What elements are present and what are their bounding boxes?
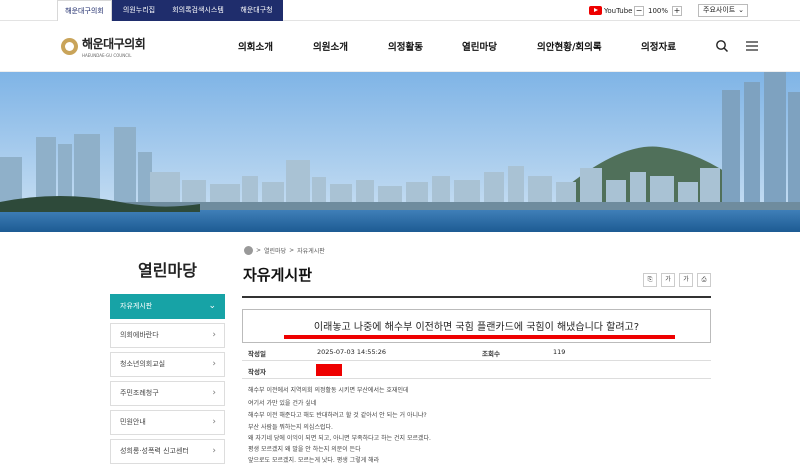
lnb-item-youth-class[interactable]: 청소년의회교실 › [110,352,225,377]
breadcrumb-level2[interactable]: 자유게시판 [297,246,325,255]
search-icon[interactable] [715,39,729,53]
lnb-item-harassment-report[interactable]: 성희롱·성폭력 신고센터 › [110,439,225,464]
font-increase-button[interactable]: 가 [661,273,675,287]
youtube-label: YouTube [604,6,633,15]
home-icon[interactable] [244,246,253,255]
major-sites-select[interactable]: 주요사이트 ⌄ [698,4,748,17]
post-body-line: 부산 사람들 뭐하는지 의심스럽다. [248,424,333,431]
date-value: 2025-07-03 14:55:26 [317,348,387,356]
lnb-item-requests[interactable]: 의회에바란다 › [110,323,225,348]
lnb-item-ordinance-petition[interactable]: 주민조례청구 › [110,381,225,406]
zoom-in-button[interactable]: + [672,5,683,16]
top-tab-district-office[interactable]: 해운대구청 [230,0,283,21]
site-logo[interactable]: 해운대구의회 HAEUNDAE-GU COUNCIL [61,35,146,58]
gnb-members[interactable]: 의원소개 [313,39,348,53]
top-tab-minutes-search[interactable]: 회의록검색시스템 [166,0,230,21]
gnb-open-forum[interactable]: 열린마당 [462,39,497,53]
breadcrumb-separator: > [256,247,262,254]
menu-icon[interactable] [745,39,759,53]
lnb-item-label: 청소년의회교실 [120,360,166,368]
lnb-item-free-board[interactable]: 자유게시판 ⌄ [110,294,225,319]
major-sites-label: 주요사이트 [703,6,736,14]
post-body-line: 해수부 이전에서 지역의회 의정활동 시키면 부산에서는 호재인데 [248,387,409,394]
lnb-item-label: 민원안내 [120,418,146,426]
post-title: 이래놓고 나중에 해수부 이전하면 국힘 플랜카드에 국힘이 해냈습니다 할려고… [313,322,640,333]
post-meta-row: 작성일 2025-07-03 14:55:26 조회수 119 [242,343,711,361]
breadcrumb-separator: > [289,247,295,254]
post-body-line: 앞으로도 모르겠지. 모르는게 낫다. 평생 그렇게 해라 [248,457,380,464]
gnb-resources[interactable]: 의정자료 [641,39,676,53]
author-label: 작성자 [248,368,266,376]
zoom-out-button[interactable]: − [634,5,644,16]
date-label: 작성일 [248,350,266,358]
zoom-level: 100% [648,6,669,15]
breadcrumb: > 열린마당 > 자유게시판 [244,246,325,255]
lnb-item-label: 의회에바란다 [120,331,159,339]
youtube-icon [589,6,602,15]
breadcrumb-level1[interactable]: 열린마당 [264,246,286,255]
redacted-author-box [316,364,342,376]
lnb-title: 열린마당 [138,261,197,280]
lnb-item-label: 성희롱·성폭력 신고센터 [120,447,189,455]
chevron-down-icon: ⌄ [738,6,744,14]
font-decrease-button[interactable]: 가 [679,273,693,287]
gnb-bills-minutes[interactable]: 의안현황/회의록 [537,39,602,53]
post-body-line: 왜 자기네 당에 이익이 되면 되고, 아니면 부족하다고 하는 건지 모르겠다… [248,435,431,442]
logo-title: 해운대구의회 [82,37,146,51]
top-tab-council[interactable]: 해운대구의회 [57,0,112,21]
chevron-right-icon: › [212,359,216,369]
post-author-row: 작성자 [242,361,711,379]
haeundae-skyline-banner [0,72,800,232]
page-title: 자유게시판 [243,266,313,284]
lnb-item-label: 주민조례청구 [120,389,159,397]
council-emblem-icon [61,38,78,55]
post-body-line: 평생 모르겠지 왜 말을 안 하는지 의문이 든다 [248,446,361,453]
red-underline-annotation [284,335,675,339]
lnb-item-label: 자유게시판 [120,302,153,310]
gnb-activities[interactable]: 의정활동 [388,39,423,53]
top-utility-bar: 해운대구의회 의원누리집 회의록검색시스템 해운대구청 YouTube − 10… [0,0,800,21]
post-body-line: 여기서 가만 있을 건가 싶네 [248,400,317,407]
views-value: 119 [553,348,566,356]
logo-subtitle: HAEUNDAE-GU COUNCIL [82,53,132,58]
title-divider [242,296,711,298]
chevron-down-icon: ⌄ [208,301,216,311]
print-icon[interactable]: ⎙ [697,273,711,287]
top-tab-member-site[interactable]: 의원누리집 [112,0,166,21]
youtube-link[interactable]: YouTube [589,5,632,16]
views-label: 조회수 [482,350,500,358]
site-header: 해운대구의회 HAEUNDAE-GU COUNCIL 의회소개 의원소개 의정활… [0,21,800,72]
gnb-council-intro[interactable]: 의회소개 [238,39,273,53]
chevron-right-icon: › [212,417,216,427]
lnb-item-civil-info[interactable]: 민원안내 › [110,410,225,435]
zoom-control: − 100% + [634,5,683,16]
share-icon[interactable]: ⎘ [643,273,657,287]
chevron-right-icon: › [212,388,216,398]
post-body-line: 해수부 이전 해준다고 해도 반대하려고 할 것 같아서 안 되는 거 아니냐? [248,412,427,419]
chevron-right-icon: › [212,446,216,456]
chevron-right-icon: › [212,330,216,340]
